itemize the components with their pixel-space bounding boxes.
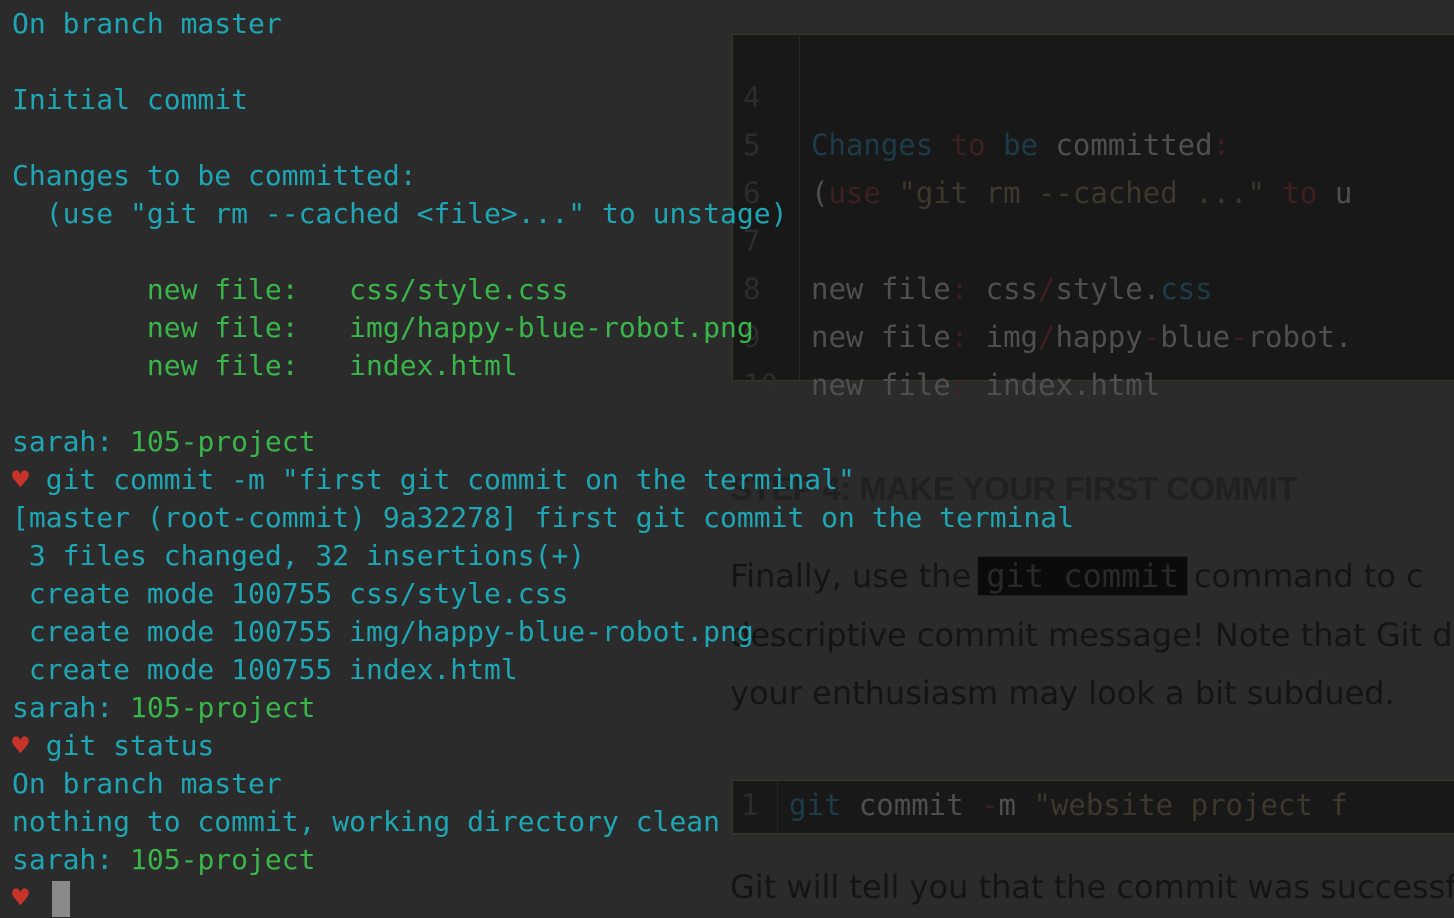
- terminal-text: Initial commit: [12, 83, 249, 116]
- prompt-heart-icon: ♥: [12, 729, 29, 762]
- terminal-text: Changes to be committed:: [12, 159, 417, 192]
- terminal-text: 105-project: [130, 843, 316, 876]
- terminal-line: (use "git rm --cached <file>..." to unst…: [12, 195, 788, 233]
- terminal-line: Initial commit: [12, 81, 248, 119]
- terminal-line: new file: css/style.css: [12, 271, 568, 309]
- terminal-line: create mode 100755 index.html: [12, 651, 518, 689]
- terminal-line: sarah: 105-project: [12, 841, 315, 879]
- terminal-line: [master (root-commit) 9a32278] first git…: [12, 499, 1074, 537]
- terminal-line: On branch master: [12, 765, 282, 803]
- terminal-text: git commit -m "first git commit on the t…: [28, 463, 855, 496]
- terminal-line: nothing to commit, working directory cle…: [12, 803, 720, 841]
- terminal-text: On branch master: [12, 767, 282, 800]
- terminal-line: ♥: [12, 879, 70, 917]
- terminal-text: (use "git rm --cached <file>..." to unst…: [12, 197, 788, 230]
- terminal-text: create mode 100755 img/happy-blue-robot.…: [12, 615, 754, 648]
- terminal-text: new file: img/happy-blue-robot.png: [12, 311, 754, 344]
- terminal-line: ♥ git status: [12, 727, 214, 765]
- terminal-line: Changes to be committed:: [12, 157, 417, 195]
- terminal-text: new file: css/style.css: [12, 273, 569, 306]
- terminal-text: new file: index.html: [12, 349, 518, 382]
- terminal-window[interactable]: On branch master Initial commit Changes to…: [0, 0, 1454, 918]
- prompt-heart-icon: ♥: [12, 881, 29, 914]
- terminal-line: create mode 100755 css/style.css: [12, 575, 568, 613]
- terminal-text: 105-project: [130, 425, 316, 458]
- terminal-text: 3 files changed, 32 insertions(+): [12, 539, 586, 572]
- terminal-cursor[interactable]: [51, 881, 70, 917]
- terminal-text: 105-project: [130, 691, 316, 724]
- prompt-heart-icon: ♥: [12, 463, 29, 496]
- terminal-line: On branch master: [12, 5, 282, 43]
- terminal-text: git status: [28, 729, 215, 762]
- terminal-text: sarah:: [12, 425, 131, 458]
- terminal-text: sarah:: [12, 691, 131, 724]
- terminal-text: create mode 100755 index.html: [12, 653, 518, 686]
- terminal-text: sarah:: [12, 843, 131, 876]
- terminal-text: create mode 100755 css/style.css: [12, 577, 569, 610]
- terminal-text: nothing to commit, working directory cle…: [12, 805, 721, 838]
- terminal-line: sarah: 105-project: [12, 689, 315, 727]
- terminal-text: [master (root-commit) 9a32278] first git…: [12, 501, 1075, 534]
- terminal-line: new file: img/happy-blue-robot.png: [12, 309, 754, 347]
- terminal-line: sarah: 105-project: [12, 423, 315, 461]
- terminal-line: create mode 100755 img/happy-blue-robot.…: [12, 613, 754, 651]
- terminal-line: new file: index.html: [12, 347, 518, 385]
- terminal-text: On branch master: [12, 7, 282, 40]
- terminal-line: ♥ git commit -m "first git commit on the…: [12, 461, 855, 499]
- terminal-line: 3 files changed, 32 insertions(+): [12, 537, 585, 575]
